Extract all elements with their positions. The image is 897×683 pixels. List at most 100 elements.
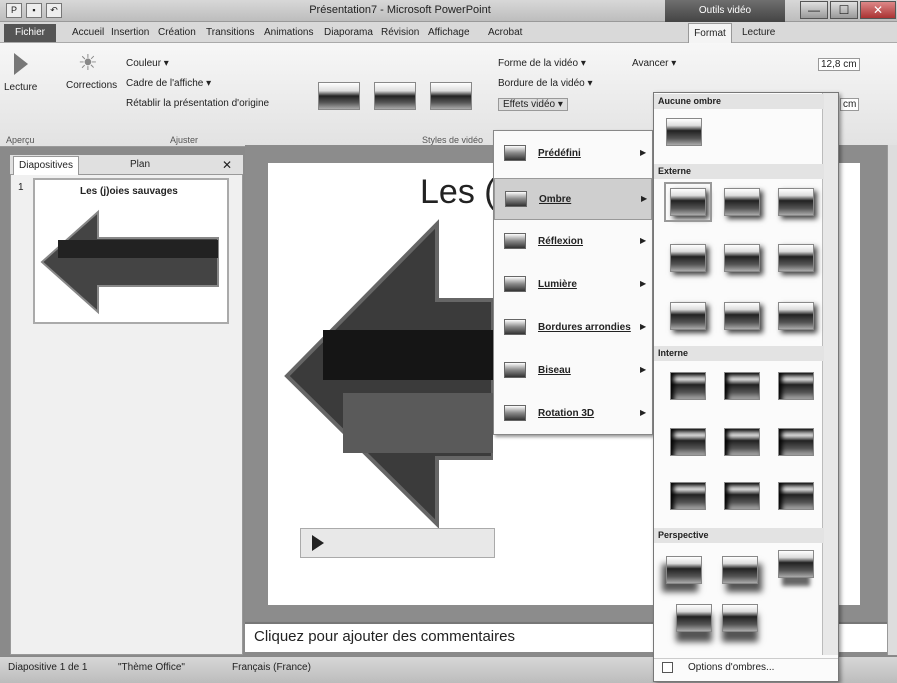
vertical-scrollbar[interactable] xyxy=(887,145,897,655)
menu-predefini[interactable]: Prédéfini ▶ xyxy=(494,133,652,175)
shadow-none[interactable] xyxy=(666,118,702,146)
shadow-inner-9[interactable] xyxy=(778,482,814,510)
slide-number: 1 xyxy=(18,182,24,193)
tab-lecture[interactable]: Lecture xyxy=(742,25,775,41)
video-arrow[interactable] xyxy=(283,218,493,528)
shadow-persp-5[interactable] xyxy=(722,604,758,632)
height-field[interactable]: 12,8 cm xyxy=(818,58,860,71)
tab-affichage[interactable]: Affichage xyxy=(428,25,470,41)
bordures-icon xyxy=(504,319,526,335)
menu-ombre[interactable]: Ombre ▶ xyxy=(494,178,652,220)
shadow-outer-3[interactable] xyxy=(778,188,814,216)
pane-close-icon[interactable]: ✕ xyxy=(222,158,232,172)
video-style-1[interactable] xyxy=(318,82,360,110)
shadow-outer-1[interactable] xyxy=(664,182,712,222)
thumb-arrow xyxy=(40,209,219,315)
shadow-outer-2[interactable] xyxy=(724,188,760,216)
close-button[interactable]: ✕ xyxy=(860,1,896,19)
shadow-inner-3[interactable] xyxy=(778,372,814,400)
lumiere-icon xyxy=(504,276,526,292)
tab-revision[interactable]: Révision xyxy=(381,25,419,41)
menu-bordures-arrondies[interactable]: Bordures arrondies ▶ xyxy=(494,307,652,349)
save-icon[interactable]: ▪ xyxy=(26,3,42,18)
couleur-button[interactable]: Couleur ▾ xyxy=(126,58,169,69)
group-apercu: Aperçu xyxy=(6,135,35,145)
group-styles: Styles de vidéo xyxy=(422,135,484,145)
section-interne: Interne xyxy=(654,346,824,361)
play-icon[interactable] xyxy=(14,53,28,75)
tab-plan[interactable]: Plan xyxy=(130,159,150,170)
lecture-button[interactable]: Lecture xyxy=(4,82,37,93)
video-style-2[interactable] xyxy=(374,82,416,110)
status-theme[interactable]: "Thème Office" xyxy=(118,662,185,673)
shadow-inner-8[interactable] xyxy=(724,482,760,510)
undo-icon[interactable]: ↶ xyxy=(46,3,62,18)
minimize-button[interactable]: — xyxy=(800,1,828,19)
sun-icon: ☀ xyxy=(78,50,98,75)
shadow-inner-6[interactable] xyxy=(778,428,814,456)
slide-title[interactable]: Les (j xyxy=(420,173,503,212)
menu-biseau[interactable]: Biseau ▶ xyxy=(494,350,652,392)
options-ombres-label[interactable]: Options d'ombres... xyxy=(688,662,774,673)
shadow-persp-3[interactable] xyxy=(778,550,814,578)
chevron-right-icon: ▶ xyxy=(640,236,647,245)
chevron-right-icon: ▶ xyxy=(640,148,647,157)
shadow-outer-6[interactable] xyxy=(778,244,814,272)
video-controls xyxy=(300,528,495,558)
shadow-inner-7[interactable] xyxy=(670,482,706,510)
rotation-icon xyxy=(504,405,526,421)
width-field[interactable]: cm xyxy=(840,98,860,111)
avancer-button[interactable]: Avancer ▾ xyxy=(632,58,676,69)
section-perspective: Perspective xyxy=(654,528,824,543)
tab-diapositives[interactable]: Diapositives xyxy=(13,156,79,175)
shadow-inner-5[interactable] xyxy=(724,428,760,456)
maximize-button[interactable]: ☐ xyxy=(830,1,858,19)
window-title: Présentation7 - Microsoft PowerPoint xyxy=(309,4,491,16)
retablir-button[interactable]: Rétablir la présentation d'origine xyxy=(126,98,269,109)
app-icon[interactable]: P xyxy=(6,3,22,18)
effets-video-button[interactable]: Effets vidéo ▾ xyxy=(498,98,568,111)
tab-diaporama[interactable]: Diaporama xyxy=(324,25,373,41)
tab-insertion[interactable]: Insertion xyxy=(111,25,149,41)
shadow-inner-1[interactable] xyxy=(670,372,706,400)
shadow-inner-2[interactable] xyxy=(724,372,760,400)
shadow-outer-4[interactable] xyxy=(670,244,706,272)
biseau-icon xyxy=(504,362,526,378)
section-aucune-ombre: Aucune ombre xyxy=(654,94,824,109)
menu-reflexion[interactable]: Réflexion ▶ xyxy=(494,221,652,263)
bordure-video-button[interactable]: Bordure de la vidéo ▾ xyxy=(498,78,593,89)
ombre-icon xyxy=(505,191,527,207)
shadow-outer-8[interactable] xyxy=(724,302,760,330)
thumb-title: Les (j)oies sauvages xyxy=(80,186,178,197)
chevron-right-icon: ▶ xyxy=(641,194,648,203)
context-tab-label: Outils vidéo xyxy=(665,0,785,22)
tab-acrobat[interactable]: Acrobat xyxy=(488,25,522,41)
corrections-button[interactable]: Corrections xyxy=(66,80,117,91)
shadow-persp-4[interactable] xyxy=(676,604,712,632)
forme-video-button[interactable]: Forme de la vidéo ▾ xyxy=(498,58,586,69)
chevron-right-icon: ▶ xyxy=(640,279,647,288)
tab-animations[interactable]: Animations xyxy=(264,25,313,41)
status-language[interactable]: Français (France) xyxy=(232,662,311,673)
tab-accueil[interactable]: Accueil xyxy=(72,25,104,41)
menu-rotation-3d[interactable]: Rotation 3D ▶ xyxy=(494,393,652,435)
gallery-scrollbar[interactable] xyxy=(822,93,838,655)
shadow-outer-5[interactable] xyxy=(724,244,760,272)
shadow-persp-1[interactable] xyxy=(666,556,702,584)
shadow-inner-4[interactable] xyxy=(670,428,706,456)
options-checkbox[interactable] xyxy=(662,662,673,673)
shadow-outer-7[interactable] xyxy=(670,302,706,330)
tab-transitions[interactable]: Transitions xyxy=(206,25,255,41)
menu-lumiere[interactable]: Lumière ▶ xyxy=(494,264,652,306)
video-play-icon[interactable] xyxy=(312,535,324,551)
cadre-affiche-button[interactable]: Cadre de l'affiche ▾ xyxy=(126,78,211,89)
notes-placeholder[interactable]: Cliquez pour ajouter des commentaires xyxy=(254,628,515,645)
group-ajuster: Ajuster xyxy=(170,135,199,145)
tab-format[interactable]: Format xyxy=(688,23,732,43)
shadow-persp-2[interactable] xyxy=(722,556,758,584)
tab-fichier[interactable]: Fichier xyxy=(4,24,56,42)
shadow-outer-9[interactable] xyxy=(778,302,814,330)
tab-creation[interactable]: Création xyxy=(158,25,196,41)
chevron-right-icon: ▶ xyxy=(640,365,647,374)
video-style-3[interactable] xyxy=(430,82,472,110)
